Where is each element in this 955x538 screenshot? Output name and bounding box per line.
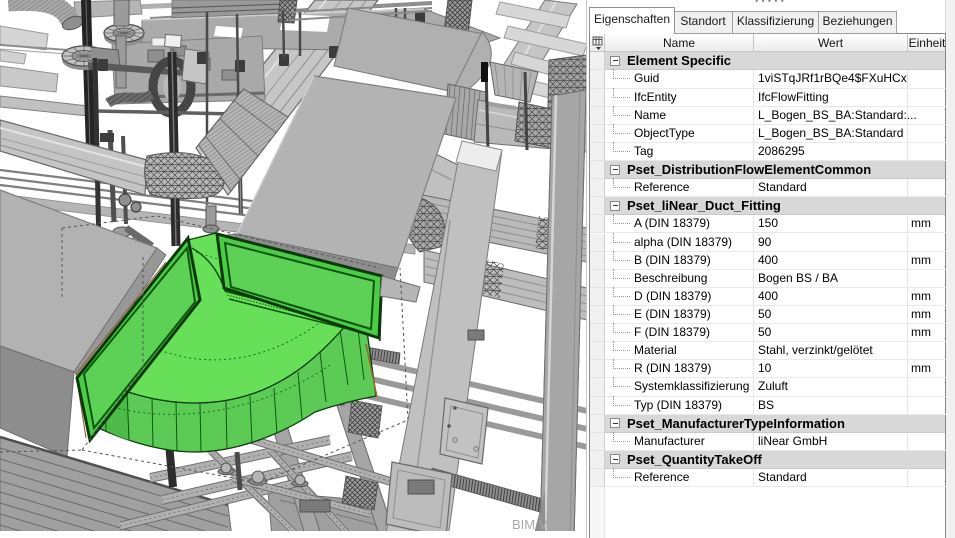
svg-text:BIM Vision: BIM Vision — [512, 517, 574, 532]
